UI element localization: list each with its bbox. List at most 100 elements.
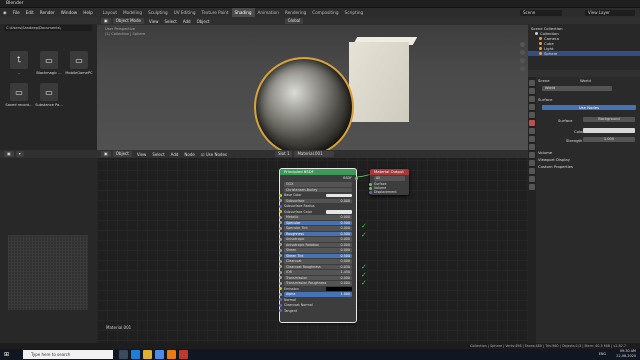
bsdf-input-specular-tint[interactable]: Specular Tint 0.000 bbox=[284, 226, 352, 231]
file-explorer-icon[interactable] bbox=[143, 350, 153, 359]
node-menu-select[interactable]: Select bbox=[149, 152, 167, 157]
constraints-tab-icon[interactable] bbox=[529, 160, 535, 166]
bsdf-input-anisotropic[interactable]: Anisotropic 0.000 bbox=[284, 237, 352, 242]
bsdf-input-socket[interactable] bbox=[278, 265, 282, 269]
system-tray[interactable]: ENG 09:30 AM 22-08-2020 bbox=[599, 349, 636, 360]
material-datablock-field[interactable]: Material.001 bbox=[294, 151, 335, 157]
bsdf-input-clearcoat-roughness[interactable]: Clearcoat Roughness 0.030 bbox=[284, 264, 352, 269]
node-title[interactable]: Principled BSDF bbox=[280, 169, 356, 175]
editor-type-icon[interactable]: ▣ bbox=[4, 151, 14, 157]
workspace-tab-layout[interactable]: Layout bbox=[100, 8, 120, 17]
3d-viewport[interactable]: ▣ Object Mode View Select Add Object Glo… bbox=[97, 17, 528, 150]
bsdf-input-alpha[interactable]: Alpha 1.000 bbox=[284, 292, 352, 297]
bsdf-input-socket[interactable] bbox=[278, 287, 282, 291]
node-editor-object-selector[interactable]: Object bbox=[112, 151, 132, 157]
bsdf-input-transmission-roughness[interactable]: Transmission Roughness 0.000 bbox=[284, 281, 352, 286]
material-slot-selector[interactable]: Slot 1 bbox=[275, 151, 293, 157]
mode-selector[interactable]: Object Mode bbox=[112, 18, 144, 24]
shader-node-editor[interactable]: ▣ Object View Select Add Node ☑ Use Node… bbox=[97, 150, 528, 343]
bsdf-input-socket[interactable] bbox=[278, 210, 282, 214]
language-indicator[interactable]: ENG bbox=[599, 352, 606, 357]
blender-logo-icon[interactable]: ◉ bbox=[0, 10, 10, 15]
bsdf-input-socket[interactable] bbox=[278, 243, 282, 247]
workspace-tab-uv-editing[interactable]: UV Editing bbox=[171, 8, 199, 17]
bsdf-input-socket[interactable] bbox=[278, 303, 282, 307]
bsdf-input-socket[interactable] bbox=[278, 254, 282, 258]
strength-field[interactable]: 1.000 bbox=[583, 137, 635, 142]
image-view-menu-icon[interactable]: ▾ bbox=[15, 151, 24, 157]
bsdf-input-roughness[interactable]: Roughness 0.500 bbox=[284, 231, 352, 236]
scene-tab-icon[interactable] bbox=[529, 112, 535, 118]
bsdf-input-socket[interactable] bbox=[278, 298, 282, 302]
surface-input-socket[interactable] bbox=[368, 182, 372, 186]
file-item[interactable]: ⮤ .. bbox=[2, 51, 36, 87]
modifier-tab-icon[interactable] bbox=[529, 136, 535, 142]
camera-view-icon[interactable] bbox=[520, 58, 525, 63]
orientation-selector[interactable]: Global bbox=[284, 18, 304, 24]
viewport-menu-select[interactable]: Select bbox=[161, 19, 179, 24]
bsdf-input-socket[interactable] bbox=[278, 221, 282, 225]
object-tab-icon[interactable] bbox=[529, 128, 535, 134]
bsdf-input-socket[interactable] bbox=[278, 237, 282, 241]
viewport-menu-object[interactable]: Object bbox=[194, 19, 213, 24]
material-tab-icon[interactable] bbox=[529, 176, 535, 182]
output-tab-icon[interactable] bbox=[529, 96, 535, 102]
volume-input-socket[interactable] bbox=[368, 186, 372, 190]
workspace-tab-shading[interactable]: Shading bbox=[231, 8, 255, 17]
bsdf-input-socket[interactable] bbox=[278, 193, 282, 197]
node-menu-view[interactable]: View bbox=[134, 152, 150, 157]
image-canvas-grid[interactable] bbox=[8, 235, 88, 310]
file-item[interactable]: ▭ MobileGamePC bbox=[62, 51, 96, 87]
surface-panel-header[interactable]: Surface bbox=[538, 97, 552, 102]
color-swatch[interactable] bbox=[326, 287, 352, 291]
workspace-tab-modeling[interactable]: Modeling bbox=[120, 8, 145, 17]
taskbar-search-input[interactable]: Type here to search bbox=[23, 350, 114, 359]
view-layer-tab-icon[interactable] bbox=[529, 104, 535, 110]
menu-help[interactable]: Help bbox=[80, 10, 96, 15]
render-tab-icon[interactable] bbox=[529, 88, 535, 94]
cube-object[interactable] bbox=[349, 42, 409, 122]
bsdf-input-socket[interactable] bbox=[278, 270, 282, 274]
world-datablock-field[interactable]: World bbox=[542, 86, 612, 91]
particles-tab-icon[interactable] bbox=[529, 144, 535, 150]
bsdf-input-subsurface[interactable]: Subsurface 0.000 bbox=[284, 198, 352, 203]
bsdf-input-socket[interactable] bbox=[278, 248, 282, 252]
file-item[interactable]: ▭ Saved record... bbox=[2, 83, 36, 119]
bsdf-input-sheen-tint[interactable]: Sheen Tint 0.500 bbox=[284, 253, 352, 258]
color-swatch[interactable] bbox=[326, 210, 352, 214]
workspace-tab-compositing[interactable]: Compositing bbox=[309, 8, 341, 17]
workspace-tab-animation[interactable]: Animation bbox=[255, 8, 282, 17]
editor-type-icon[interactable]: ▣ bbox=[101, 18, 111, 24]
bsdf-input-ior[interactable]: IOR 1.450 bbox=[284, 270, 352, 275]
file-item[interactable]: ▭ Blackmagic ... bbox=[32, 51, 66, 87]
output-target-selector[interactable]: All bbox=[374, 176, 405, 181]
physics-tab-icon[interactable] bbox=[529, 152, 535, 158]
surface-shader-selector[interactable]: Background bbox=[583, 117, 635, 122]
node-menu-node[interactable]: Node bbox=[181, 152, 197, 157]
viewport-menu-view[interactable]: View bbox=[146, 19, 162, 24]
use-nodes-button[interactable]: Use Nodes bbox=[542, 105, 636, 110]
bsdf-input-sheen[interactable]: Sheen 0.000 bbox=[284, 248, 352, 253]
sphere-object-selected[interactable] bbox=[254, 57, 354, 150]
bsdf-input-metallic[interactable]: Metallic 0.000 bbox=[284, 215, 352, 220]
menu-file[interactable]: File bbox=[10, 10, 23, 15]
bsdf-input-socket[interactable] bbox=[278, 276, 282, 280]
node-menu-add[interactable]: Add bbox=[168, 152, 182, 157]
grid-icon[interactable] bbox=[520, 66, 525, 71]
pan-hand-icon[interactable] bbox=[520, 50, 525, 55]
menu-window[interactable]: Window bbox=[58, 10, 81, 15]
viewport-display-panel-header[interactable]: Viewport Display bbox=[538, 157, 570, 162]
bsdf-input-emission[interactable]: Emission bbox=[284, 287, 352, 292]
menu-edit[interactable]: Edit bbox=[23, 10, 37, 15]
workspace-tab-rendering[interactable]: Rendering bbox=[282, 8, 309, 17]
bsdf-input-base-color[interactable]: Base Color bbox=[284, 193, 352, 198]
custom-properties-panel-header[interactable]: Custom Properties bbox=[538, 164, 573, 169]
volume-panel-header[interactable]: Volume bbox=[538, 150, 552, 155]
menu-render[interactable]: Render bbox=[37, 10, 58, 15]
task-view-icon[interactable] bbox=[119, 350, 129, 359]
blender-taskbar-icon[interactable] bbox=[167, 350, 177, 359]
bsdf-input-transmission[interactable]: Transmission 0.000 bbox=[284, 275, 352, 280]
edge-browser-icon[interactable] bbox=[131, 350, 141, 359]
subsurface-method-selector[interactable]: Christensen-Burley bbox=[284, 187, 352, 192]
bsdf-input-anisotropic-rotation[interactable]: Anisotropic Rotation 0.000 bbox=[284, 242, 352, 247]
